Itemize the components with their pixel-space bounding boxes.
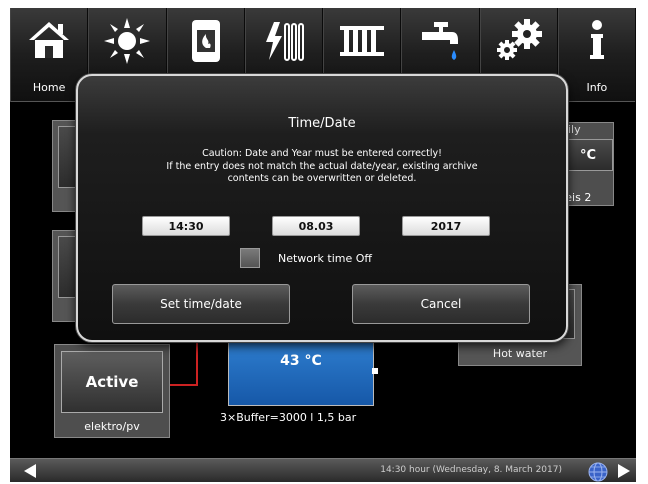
electric-heater-icon (265, 22, 304, 61)
info-icon (589, 20, 604, 59)
active-sub-label: elektro/pv (84, 420, 140, 433)
date-field[interactable]: 08.03 (272, 216, 360, 236)
buffer-info: 3×Buffer=3000 l 1,5 bar (220, 411, 357, 424)
pipe-horizontal (170, 384, 198, 386)
boiler-icon (191, 20, 220, 62)
buffer-temperature: 43 °C (280, 353, 322, 369)
gears-icon (496, 19, 542, 60)
dialog-message-line3: contents can be overwritten or deleted. (227, 173, 417, 184)
sun-icon (104, 18, 151, 64)
info-button[interactable]: Info (557, 8, 636, 102)
dialog-message-line1: Caution: Date and Year must be entered c… (202, 148, 442, 159)
status-bar: 14:30 hour (Wednesday, 8. March 2017) (10, 458, 636, 482)
cancel-button[interactable]: Cancel (352, 284, 530, 324)
active-button[interactable]: Active (61, 351, 163, 413)
time-field[interactable]: 14:30 (142, 216, 230, 236)
dialog-title: Time/Date (288, 116, 356, 131)
dialog-message-line2: If the entry does not match the actual d… (166, 160, 478, 172)
set-time-date-button[interactable]: Set time/date (112, 284, 290, 324)
network-time-label: Network time Off (278, 252, 373, 265)
radiator-icon (340, 26, 385, 56)
active-tile: Active elektro/pv (54, 344, 170, 438)
buffer-tank[interactable]: 43 °C (228, 338, 374, 406)
buffer-connector (372, 368, 378, 374)
globe-icon[interactable] (588, 462, 608, 482)
hot-water-label: Hot water (492, 347, 548, 360)
status-datetime: 14:30 hour (Wednesday, 8. March 2017) (380, 465, 562, 475)
screen: Home Info nily °C reis 2 Hot water Activ… (10, 8, 636, 482)
previous-arrow-icon[interactable] (24, 464, 36, 478)
time-date-dialog: Time/Date Caution: Date and Year must be… (76, 74, 568, 342)
heating-circuit-temp: °C (563, 139, 613, 171)
next-arrow-icon[interactable] (618, 464, 630, 478)
year-field[interactable]: 2017 (402, 216, 490, 236)
dialog-message: Caution: Date and Year must be entered c… (98, 148, 546, 186)
info-label: Info (586, 81, 608, 94)
faucet-icon (422, 22, 459, 60)
network-time-checkbox[interactable] (240, 248, 260, 268)
home-icon (29, 22, 70, 58)
home-label: Home (32, 81, 66, 94)
